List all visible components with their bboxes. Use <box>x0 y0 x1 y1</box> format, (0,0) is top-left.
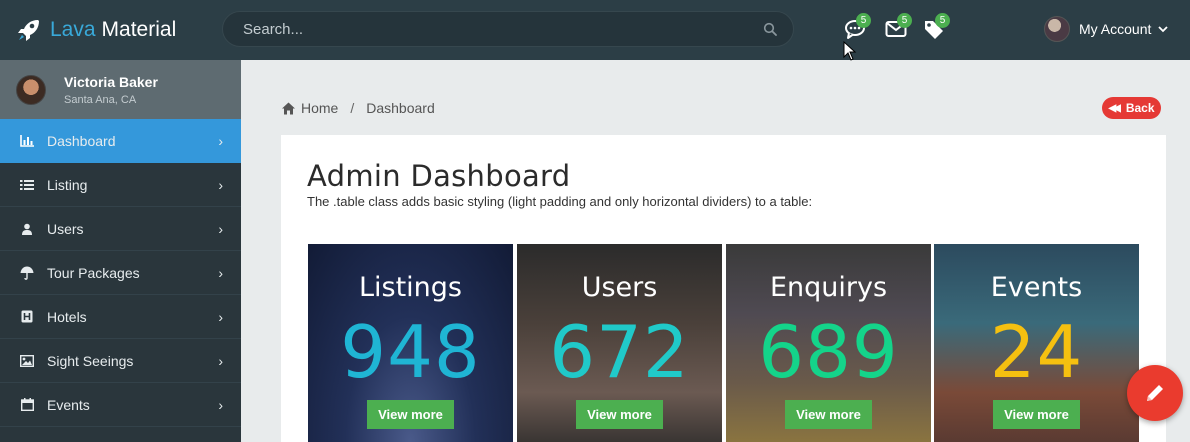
sidebar-item-label: Listing <box>47 176 88 193</box>
mail-notification[interactable]: 5 <box>885 13 912 42</box>
sidebar-item-sight-seeings[interactable]: Sight Seeings › <box>0 339 241 383</box>
sidebar-item-hotels[interactable]: Hotels › <box>0 295 241 339</box>
sidebar: Victoria Baker Santa Ana, CA Dashboard ›… <box>0 60 241 442</box>
breadcrumb-current: Dashboard <box>366 100 435 116</box>
user-name: Victoria Baker <box>64 73 158 90</box>
edit-fab-button[interactable] <box>1127 365 1183 421</box>
chevron-right-icon: › <box>218 221 223 237</box>
chevron-right-icon: › <box>218 397 223 413</box>
chat-count-badge: 5 <box>856 13 871 28</box>
view-more-button[interactable]: View more <box>993 400 1080 429</box>
view-more-button[interactable]: View more <box>576 400 663 429</box>
pencil-icon <box>1147 385 1163 401</box>
calendar-icon <box>20 398 34 412</box>
tags-notification[interactable]: 5 <box>923 13 950 42</box>
stat-card-title: Listings <box>358 272 463 303</box>
list-icon <box>20 178 34 192</box>
mouse-cursor-icon <box>843 41 857 61</box>
rocket-icon <box>18 20 39 41</box>
stat-card-events: Events 24 View more <box>934 244 1139 442</box>
brand-name-part2: Material <box>101 18 177 41</box>
view-more-button[interactable]: View more <box>785 400 872 429</box>
chevron-right-icon: › <box>218 177 223 193</box>
sidebar-item-label: Sight Seeings <box>47 352 134 369</box>
home-icon <box>282 102 295 114</box>
stat-card-title: Events <box>990 272 1083 303</box>
search-input[interactable] <box>223 12 763 46</box>
stat-card-enquirys: Enquirys 689 View more <box>726 244 931 442</box>
page-subtitle: The .table class adds basic styling (lig… <box>307 194 813 209</box>
search-bar <box>222 11 794 47</box>
stat-card-value: 672 <box>549 310 690 394</box>
sidebar-item-events[interactable]: Events › <box>0 383 241 427</box>
chevron-down-icon <box>1158 26 1169 33</box>
sidebar-item-label: Users <box>47 220 84 237</box>
account-avatar <box>1044 16 1070 42</box>
brand-logo[interactable]: Lava Material <box>0 0 222 60</box>
stat-card-value: 689 <box>758 310 899 394</box>
umbrella-icon <box>20 266 34 280</box>
chevron-right-icon: › <box>218 353 223 369</box>
sidebar-item-label: Events <box>47 396 90 413</box>
stat-card-value: 24 <box>989 310 1084 394</box>
hotel-icon <box>20 310 34 324</box>
top-navbar: Lava Material 5 5 5 My Account <box>0 0 1190 60</box>
account-menu[interactable]: My Account <box>1044 16 1169 42</box>
user-icon <box>20 222 34 236</box>
sidebar-item-label: Hotels <box>47 308 87 325</box>
breadcrumb-home-link[interactable]: Home <box>301 100 338 116</box>
account-label: My Account <box>1079 21 1152 37</box>
stat-card-value: 948 <box>340 310 481 394</box>
bar-chart-icon <box>20 134 34 148</box>
chat-notification[interactable]: 5 <box>844 13 871 42</box>
stat-card-users: Users 672 View more <box>517 244 722 442</box>
stat-card-title: Enquirys <box>769 272 888 303</box>
back-button[interactable]: ◀◀ Back <box>1102 97 1161 119</box>
sidebar-item-listing[interactable]: Listing › <box>0 163 241 207</box>
rewind-icon: ◀◀ <box>1108 102 1121 114</box>
view-more-button[interactable]: View more <box>367 400 454 429</box>
breadcrumb: Home / Dashboard <box>282 100 435 116</box>
breadcrumb-separator: / <box>350 100 355 116</box>
chevron-right-icon: › <box>218 309 223 325</box>
sidebar-item-users[interactable]: Users › <box>0 207 241 251</box>
chevron-right-icon: › <box>218 265 223 281</box>
user-profile[interactable]: Victoria Baker Santa Ana, CA <box>0 60 241 119</box>
user-location: Santa Ana, CA <box>64 93 137 106</box>
page-title: Admin Dashboard <box>307 159 571 193</box>
sidebar-item-dashboard[interactable]: Dashboard › <box>0 119 241 163</box>
chevron-right-icon: › <box>218 133 223 149</box>
avatar <box>16 74 46 105</box>
brand-name-part1: Lava <box>50 18 96 41</box>
sidebar-item-label: Tour Packages <box>47 264 140 281</box>
stat-card-title: Users <box>581 272 658 303</box>
search-icon[interactable] <box>763 22 777 36</box>
mail-count-badge: 5 <box>897 13 912 28</box>
stat-card-listings: Listings 948 View more <box>308 244 513 442</box>
back-button-label: Back <box>1125 101 1155 115</box>
tags-count-badge: 5 <box>935 13 950 28</box>
sidebar-item-label: Dashboard <box>47 133 116 149</box>
image-icon <box>20 354 34 368</box>
sidebar-item-tour-packages[interactable]: Tour Packages › <box>0 251 241 295</box>
